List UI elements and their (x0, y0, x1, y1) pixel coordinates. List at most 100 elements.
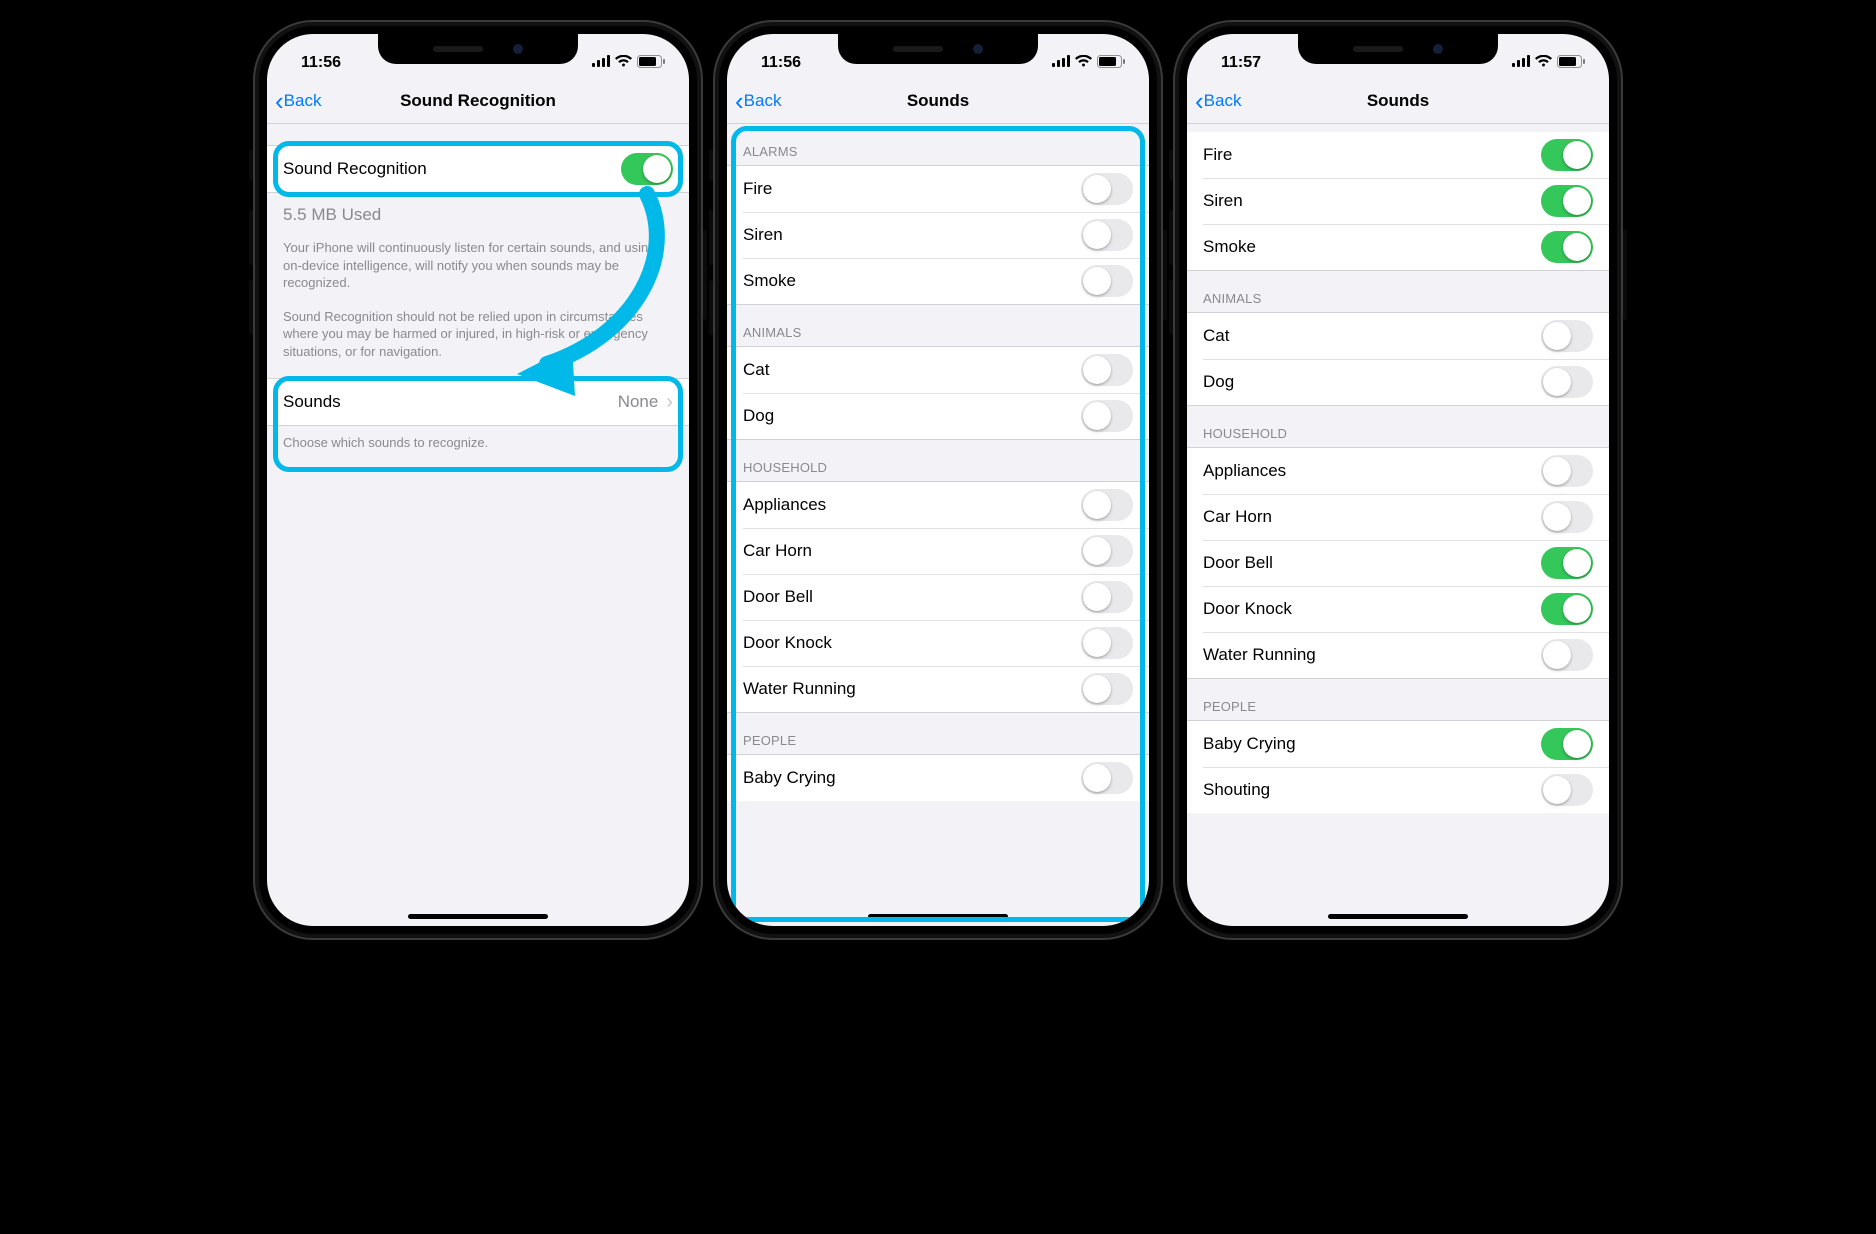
row-label: Dog (1203, 372, 1234, 392)
row-baby-crying[interactable]: Baby Crying (727, 755, 1149, 801)
toggle-fire[interactable] (1541, 139, 1593, 171)
row-label: Siren (743, 225, 783, 245)
toggle-shouting[interactable] (1541, 774, 1593, 806)
home-indicator[interactable] (408, 914, 548, 919)
notch (1298, 34, 1498, 64)
toggle-door-knock[interactable] (1541, 593, 1593, 625)
signal-icon (1052, 55, 1070, 67)
mute-switch[interactable] (249, 150, 253, 180)
row-label: Appliances (743, 495, 826, 515)
row-dog[interactable]: Dog (727, 393, 1149, 439)
sound-recognition-label: Sound Recognition (283, 159, 427, 179)
power-button[interactable] (1623, 230, 1627, 320)
sound-recognition-row[interactable]: Sound Recognition (267, 146, 689, 192)
row-siren[interactable]: Siren (1187, 178, 1609, 224)
volume-down-button[interactable] (249, 280, 253, 335)
section-header-household: HOUSEHOLD (1187, 406, 1609, 447)
toggle-door-bell[interactable] (1081, 581, 1133, 613)
toggle-cat[interactable] (1081, 354, 1133, 386)
toggle-siren[interactable] (1541, 185, 1593, 217)
row-label: Door Bell (1203, 553, 1273, 573)
row-door-knock[interactable]: Door Knock (727, 620, 1149, 666)
row-smoke[interactable]: Smoke (727, 258, 1149, 304)
row-door-bell[interactable]: Door Bell (1187, 540, 1609, 586)
row-car-horn[interactable]: Car Horn (1187, 494, 1609, 540)
row-cat[interactable]: Cat (727, 347, 1149, 393)
toggle-car-horn[interactable] (1541, 501, 1593, 533)
row-label: Fire (1203, 145, 1232, 165)
back-button[interactable]: ‹ Back (1195, 88, 1241, 114)
power-button[interactable] (703, 230, 707, 320)
sound-recognition-toggle[interactable] (621, 153, 673, 185)
row-label: Door Knock (1203, 599, 1292, 619)
section-header-animals: ANIMALS (1187, 271, 1609, 312)
toggle-baby-crying[interactable] (1541, 728, 1593, 760)
row-cat[interactable]: Cat (1187, 313, 1609, 359)
toggle-baby-crying[interactable] (1081, 762, 1133, 794)
toggle-dog[interactable] (1081, 400, 1133, 432)
phone-frame-2: 11:56 ‹ Back Sounds ALARMS Fire Siren Sm… (713, 20, 1163, 940)
nav-bar: ‹ Back Sounds (727, 78, 1149, 124)
row-appliances[interactable]: Appliances (1187, 448, 1609, 494)
row-smoke[interactable]: Smoke (1187, 224, 1609, 270)
section-header-animals: ANIMALS (727, 305, 1149, 346)
row-water-running[interactable]: Water Running (727, 666, 1149, 712)
volume-up-button[interactable] (1169, 210, 1173, 265)
description-2: Sound Recognition should not be relied u… (267, 296, 689, 365)
status-time: 11:57 (1221, 54, 1261, 72)
row-label: Siren (1203, 191, 1243, 211)
chevron-left-icon: ‹ (1195, 88, 1204, 114)
nav-bar: ‹ Back Sound Recognition (267, 78, 689, 124)
row-siren[interactable]: Siren (727, 212, 1149, 258)
screen-1: 11:56 ‹ Back Sound Recognition Sound Rec… (267, 34, 689, 926)
sounds-row[interactable]: Sounds None › (267, 379, 689, 425)
row-appliances[interactable]: Appliances (727, 482, 1149, 528)
volume-up-button[interactable] (249, 210, 253, 265)
row-shouting[interactable]: Shouting (1187, 767, 1609, 813)
mute-switch[interactable] (1169, 150, 1173, 180)
toggle-dog[interactable] (1541, 366, 1593, 398)
notch (378, 34, 578, 64)
battery-icon (637, 55, 665, 68)
toggle-water-running[interactable] (1081, 673, 1133, 705)
toggle-cat[interactable] (1541, 320, 1593, 352)
screen-2: 11:56 ‹ Back Sounds ALARMS Fire Siren Sm… (727, 34, 1149, 926)
toggle-door-knock[interactable] (1081, 627, 1133, 659)
wifi-icon (1075, 55, 1092, 67)
row-dog[interactable]: Dog (1187, 359, 1609, 405)
row-door-knock[interactable]: Door Knock (1187, 586, 1609, 632)
toggle-door-bell[interactable] (1541, 547, 1593, 579)
toggle-appliances[interactable] (1541, 455, 1593, 487)
toggle-appliances[interactable] (1081, 489, 1133, 521)
toggle-car-horn[interactable] (1081, 535, 1133, 567)
sounds-value: None (618, 392, 659, 412)
row-fire[interactable]: Fire (1187, 132, 1609, 178)
volume-up-button[interactable] (709, 210, 713, 265)
row-door-bell[interactable]: Door Bell (727, 574, 1149, 620)
toggle-smoke[interactable] (1081, 265, 1133, 297)
content-1: Sound Recognition 5.5 MB Used Your iPhon… (267, 124, 689, 926)
section-header-alarms: ALARMS (727, 124, 1149, 165)
home-indicator[interactable] (1328, 914, 1468, 919)
toggle-water-running[interactable] (1541, 639, 1593, 671)
toggle-smoke[interactable] (1541, 231, 1593, 263)
power-button[interactable] (1163, 230, 1167, 320)
toggle-siren[interactable] (1081, 219, 1133, 251)
row-fire[interactable]: Fire (727, 166, 1149, 212)
back-button[interactable]: ‹ Back (735, 88, 781, 114)
back-button[interactable]: ‹ Back (275, 88, 321, 114)
row-label: Water Running (1203, 645, 1316, 665)
volume-down-button[interactable] (709, 280, 713, 335)
row-label: Baby Crying (743, 768, 836, 788)
signal-icon (1512, 55, 1530, 67)
home-indicator[interactable] (868, 914, 1008, 919)
battery-icon (1097, 55, 1125, 68)
row-water-running[interactable]: Water Running (1187, 632, 1609, 678)
row-baby-crying[interactable]: Baby Crying (1187, 721, 1609, 767)
toggle-fire[interactable] (1081, 173, 1133, 205)
screen-3: 11:57 ‹ Back Sounds Fire Siren Smoke ANI… (1187, 34, 1609, 926)
volume-down-button[interactable] (1169, 280, 1173, 335)
mute-switch[interactable] (709, 150, 713, 180)
row-car-horn[interactable]: Car Horn (727, 528, 1149, 574)
section-header-household: HOUSEHOLD (727, 440, 1149, 481)
